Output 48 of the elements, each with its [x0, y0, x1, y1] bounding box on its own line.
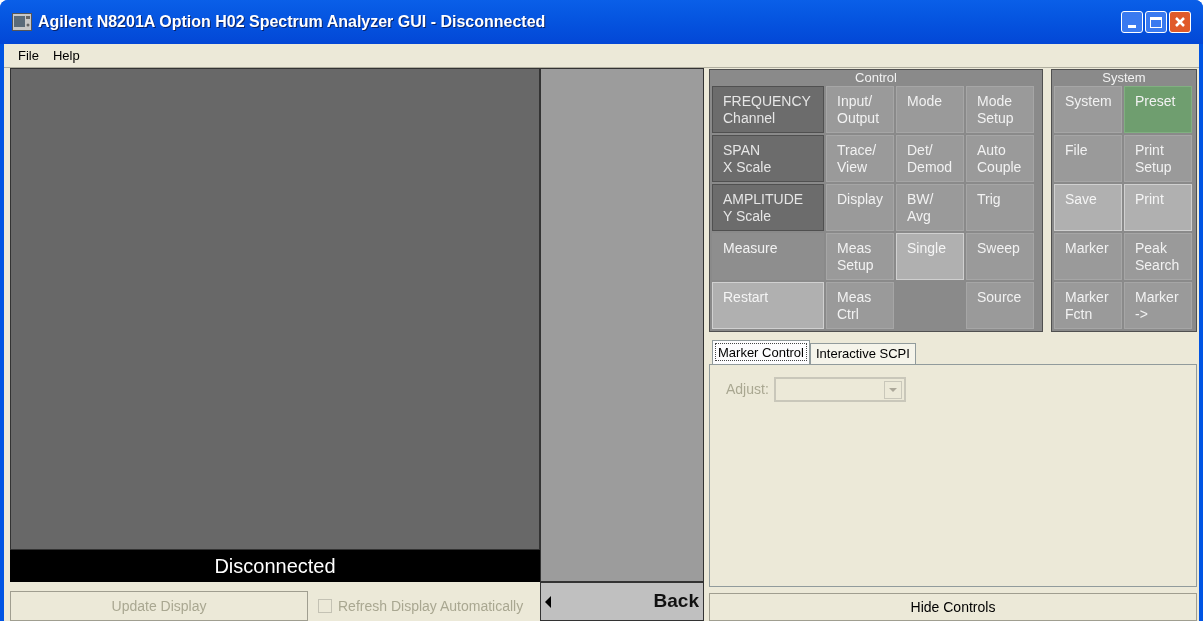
- soft-key[interactable]: Source: [966, 282, 1034, 329]
- soft-key[interactable]: Print: [1124, 184, 1192, 231]
- soft-key[interactable]: BW/ Avg: [896, 184, 964, 231]
- soft-key[interactable]: Meas Setup: [826, 233, 894, 280]
- menu-item[interactable]: Help: [52, 45, 80, 66]
- tab[interactable]: Marker Control: [712, 340, 810, 364]
- panel-title: System: [1101, 70, 1147, 86]
- soft-key[interactable]: Input/ Output: [826, 86, 894, 133]
- soft-key[interactable]: Trig: [966, 184, 1034, 231]
- checkbox-label: Refresh Display Automatically: [338, 596, 524, 616]
- soft-key[interactable]: Auto Couple: [966, 135, 1034, 182]
- soft-key[interactable]: Mode: [896, 86, 964, 133]
- status-banner: Disconnected: [10, 550, 540, 582]
- soft-key[interactable]: Marker: [1054, 233, 1122, 280]
- soft-key[interactable]: File: [1054, 135, 1122, 182]
- soft-key[interactable]: AMPLITUDE Y Scale: [712, 184, 824, 231]
- soft-key[interactable]: SPAN X Scale: [712, 135, 824, 182]
- window-title: Agilent N8201A Option H02 Spectrum Analyzer GUI - Disconnected: [38, 12, 546, 32]
- soft-key[interactable]: Peak Search: [1124, 233, 1192, 280]
- soft-key[interactable]: Save: [1054, 184, 1122, 231]
- adjust-label: Adjust:: [726, 380, 769, 399]
- soft-key[interactable]: Meas Ctrl: [826, 282, 894, 329]
- tab[interactable]: Interactive SCPI: [809, 343, 916, 364]
- close-button[interactable]: [1169, 11, 1191, 33]
- soft-key[interactable]: Trace/ View: [826, 135, 894, 182]
- close-icon: [1174, 16, 1186, 28]
- soft-key[interactable]: Display: [826, 184, 894, 231]
- soft-key[interactable]: Marker Fctn: [1054, 282, 1122, 329]
- soft-key[interactable]: Det/ Demod: [896, 135, 964, 182]
- soft-key[interactable]: System: [1054, 86, 1122, 133]
- menu-item[interactable]: File: [18, 45, 39, 66]
- soft-key[interactable]: FREQUENCY Channel: [712, 86, 824, 133]
- soft-key[interactable]: Marker ->: [1124, 282, 1192, 329]
- app-icon: [12, 13, 32, 31]
- soft-key[interactable]: Restart: [712, 282, 824, 329]
- soft-key[interactable]: Print Setup: [1124, 135, 1192, 182]
- minimize-button[interactable]: [1121, 11, 1143, 33]
- soft-key[interactable]: Preset: [1124, 86, 1192, 133]
- panel-title: Control: [854, 70, 898, 86]
- soft-key[interactable]: Mode Setup: [966, 86, 1034, 133]
- back-button[interactable]: Back: [540, 582, 704, 621]
- soft-key[interactable]: Measure: [712, 233, 824, 280]
- hide-controls-button[interactable]: Hide Controls: [709, 593, 1197, 621]
- soft-key[interactable]: Single: [896, 233, 964, 280]
- dropdown-caret-icon: [883, 380, 902, 399]
- maximize-button[interactable]: [1145, 11, 1167, 33]
- soft-key[interactable]: Sweep: [966, 233, 1034, 280]
- left-arrow-icon: [545, 595, 551, 608]
